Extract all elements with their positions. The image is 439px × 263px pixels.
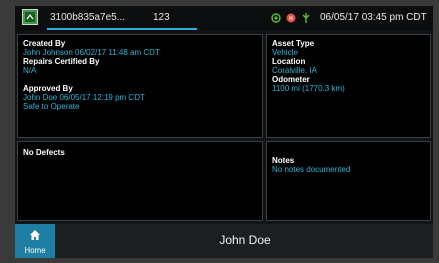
approved-by-label: Approved By (23, 84, 73, 93)
clock: 06/05/17 03:45 pm CDT (320, 12, 427, 23)
home-label: Home (24, 246, 46, 255)
defects-panel: No Defects (17, 141, 263, 221)
created-by-value: John Johnson 06/02/17 11:48 am CDT (23, 48, 160, 57)
gps-icon (271, 13, 281, 23)
created-by-label: Created By (23, 39, 66, 48)
repairs-certified-value: N/A (23, 66, 37, 75)
home-button[interactable]: Home (15, 224, 55, 258)
location-value: Coralville, IA (272, 66, 317, 75)
odometer-value: 1100 mi (1770.3 km) (272, 84, 345, 93)
vehicle-id[interactable]: 3100b835a7e5... (50, 12, 125, 23)
approved-by-value: John Doe 06/05/17 12:19 pm CDT (23, 93, 145, 102)
driver-name[interactable]: John Doe (185, 233, 305, 247)
document-icon[interactable] (22, 9, 38, 25)
notes-value: No notes documented (272, 165, 351, 174)
active-tab-indicator (47, 28, 197, 30)
odometer-label: Odometer (272, 75, 310, 84)
notes-label: Notes (272, 156, 295, 165)
alert-icon (286, 13, 296, 23)
inspection-info-panel: Created By John Johnson 06/02/17 11:48 a… (17, 34, 263, 138)
screen: 3100b835a7e5... 123 06/05/17 03:45 pm CD… (15, 6, 433, 258)
asset-type-value: Vehicle (272, 48, 298, 57)
notes-panel: Notes No notes documented (266, 141, 431, 221)
approved-status: Safe to Operate (23, 102, 80, 111)
asset-type-label: Asset Type (272, 39, 315, 48)
location-label: Location (272, 57, 306, 66)
home-icon (30, 230, 40, 240)
status-indicators (269, 11, 317, 25)
asset-panel: Asset Type Vehicle Location Coralville, … (266, 34, 431, 138)
device-frame: 3100b835a7e5... 123 06/05/17 03:45 pm CD… (0, 0, 439, 263)
bottom-bar: Home John Doe (15, 224, 433, 258)
repairs-certified-label: Repairs Certified By (23, 57, 100, 66)
signal-icon (302, 13, 310, 23)
trailer-number[interactable]: 123 (153, 12, 170, 23)
status-bar: 3100b835a7e5... 123 06/05/17 03:45 pm CD… (15, 6, 433, 31)
defects-title: No Defects (23, 148, 65, 157)
